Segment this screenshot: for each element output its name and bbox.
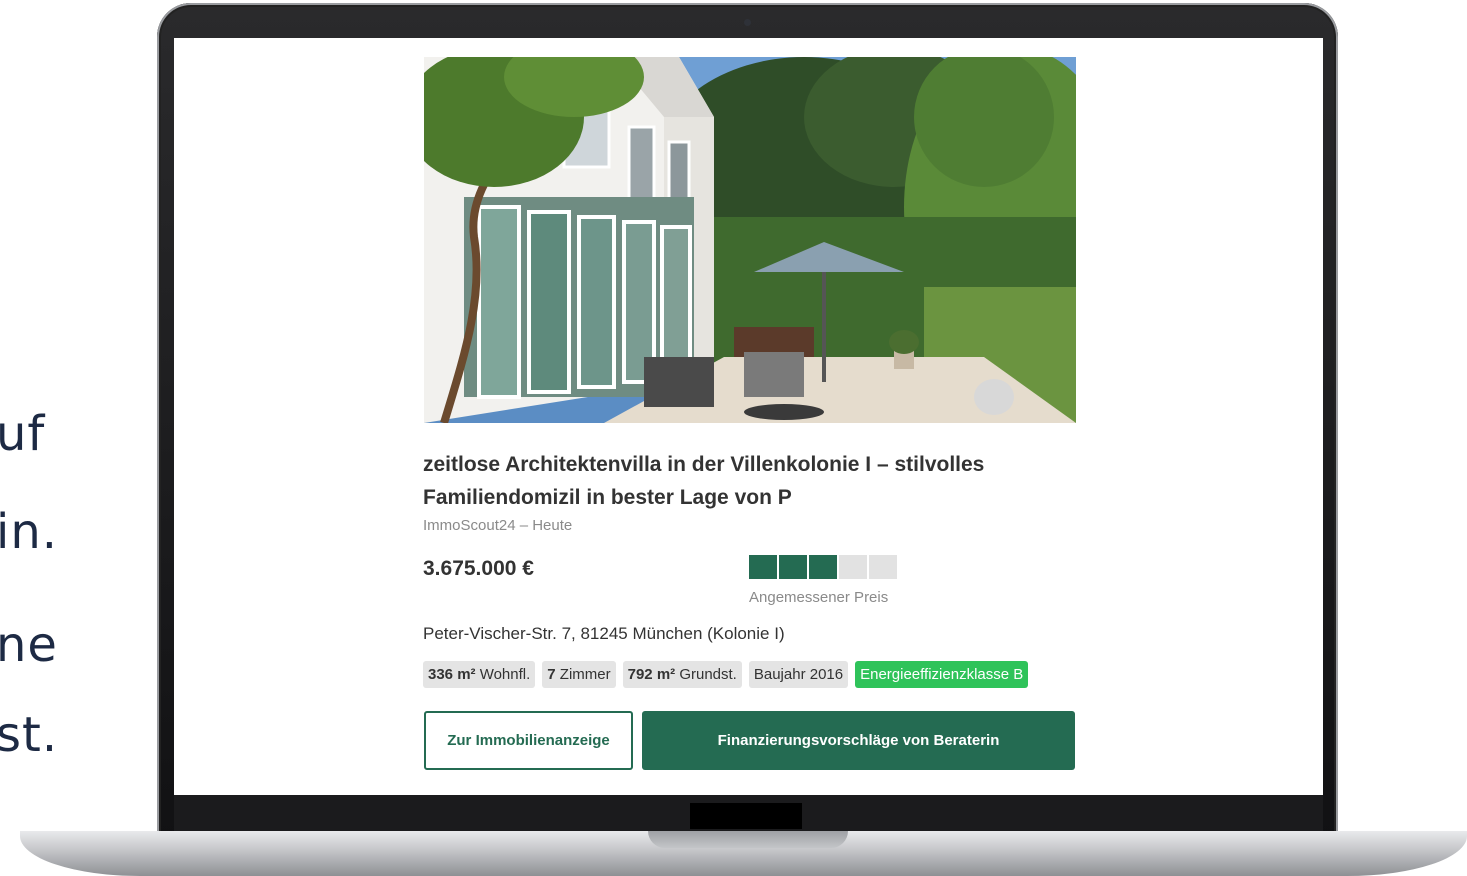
financing-proposals-button[interactable]: Finanzierungsvorschläge von Beraterin [642, 711, 1075, 770]
tag-plot-area: 792 m² Grundst. [622, 661, 742, 688]
tag-plot-area-value: 792 m² [627, 666, 676, 683]
tag-living-area-value: 336 m² [428, 666, 476, 683]
tag-plot-area-label: Grundst. [675, 666, 737, 683]
price-rating-segment [869, 555, 897, 579]
price-rating-segment [839, 555, 867, 579]
laptop-hinge [690, 803, 802, 829]
side-text-line-1: uf [0, 406, 46, 462]
property-photo[interactable] [424, 57, 1076, 423]
view-listing-button[interactable]: Zur Immobilienanzeige [424, 711, 633, 770]
tag-living-area-label: Wohnfl. [475, 666, 531, 683]
listing-price: 3.675.000 € [423, 557, 534, 580]
price-rating-meter [749, 555, 897, 579]
camera-icon [744, 19, 751, 26]
laptop-opening-groove [648, 831, 848, 848]
tag-rooms-label: Zimmer [555, 666, 611, 683]
feature-tags: 336 m² Wohnfl. 7 Zimmer 792 m² Grundst. … [423, 661, 1029, 688]
listing-address: Peter-Vischer-Str. 7, 81245 München (Kol… [423, 624, 785, 643]
tag-rooms: 7 Zimmer [542, 661, 616, 688]
tag-living-area: 336 m² Wohnfl. [423, 661, 536, 688]
price-rating-segment [779, 555, 807, 579]
tag-rooms-value: 7 [547, 666, 556, 683]
price-rating-segment [749, 555, 777, 579]
side-text-line-4: st. [0, 707, 59, 763]
side-text-line-2: in. [0, 504, 59, 560]
side-text-line-3: ne [0, 617, 58, 673]
listing-title[interactable]: zeitlose Architektenvilla in der Villenk… [423, 448, 1083, 514]
tag-energy-class: Energieeffizienzklasse B [855, 661, 1029, 688]
price-rating-segment [809, 555, 837, 579]
listing-source: ImmoScout24 – Heute [423, 517, 573, 534]
tag-year-built: Baujahr 2016 [748, 661, 849, 688]
price-rating-label: Angemessener Preis [749, 589, 889, 606]
